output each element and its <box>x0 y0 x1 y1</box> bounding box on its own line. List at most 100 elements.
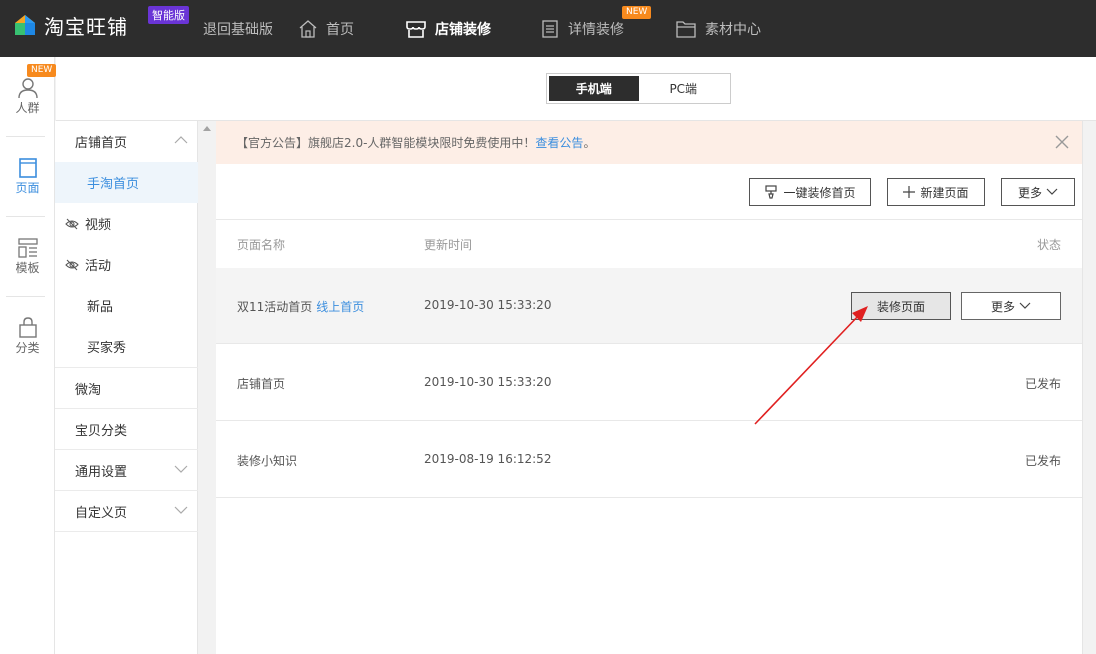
nav-home[interactable]: 首页 <box>298 0 354 57</box>
chevron-down-icon <box>1046 188 1058 195</box>
taobao-wangpu-logo[interactable]: 淘宝旺铺 <box>14 12 128 39</box>
logo-house-icon <box>14 14 36 36</box>
folder-icon <box>676 20 696 38</box>
home-icon <box>299 19 317 38</box>
menu-item-store-home[interactable]: 店铺首页 <box>55 121 198 162</box>
nav-back-to-basic[interactable]: 退回基础版 <box>203 0 273 57</box>
menu-item-general-settings[interactable]: 通用设置 <box>55 450 198 491</box>
page-name-cell: 双11活动首页 线上首页 <box>237 298 364 315</box>
rail-label: 页面 <box>15 180 40 195</box>
update-time: 2019-10-30 15:33:20 <box>424 375 552 389</box>
bag-icon <box>18 316 37 338</box>
chevron-down-icon <box>174 465 188 473</box>
menu-item-activity[interactable]: 活动 <box>55 244 198 285</box>
logo-text: 淘宝旺铺 <box>44 14 128 39</box>
user-icon <box>17 77 38 98</box>
left-rail: 人群 NEW 页面 模板 分类 <box>0 57 57 654</box>
table-row[interactable]: 装修小知识 2019-08-19 16:12:52 已发布 <box>216 422 1082 498</box>
menu-label: 店铺首页 <box>75 136 128 151</box>
mobile-tab[interactable]: 手机端 <box>549 76 639 101</box>
rail-label: 分类 <box>15 340 40 355</box>
row-more-button[interactable]: 更多 <box>961 292 1061 320</box>
eye-hidden-icon <box>65 218 79 229</box>
edition-badge: 智能版 <box>148 6 189 24</box>
table-row[interactable]: 双11活动首页 线上首页 2019-10-30 15:33:20 装修页面 更多 <box>216 268 1082 344</box>
button-label: 一键装修首页 <box>783 185 856 200</box>
announcement-suffix: 。 <box>583 136 596 150</box>
menu-label: 手淘首页 <box>87 177 140 192</box>
menu-label: 活动 <box>85 259 112 274</box>
plus-icon <box>903 186 916 198</box>
announcement-text: 【官方公告】旗舰店2.0-人群智能模块限时免费使用中！ <box>236 136 536 150</box>
menu-label: 新品 <box>87 300 114 315</box>
new-page-button[interactable]: 新建页面 <box>887 178 985 206</box>
column-header-status: 状态 <box>1036 238 1061 252</box>
view-announcement-link[interactable]: 查看公告 <box>535 134 583 151</box>
rail-item-page[interactable]: 页面 <box>0 137 55 215</box>
eye-hidden-icon <box>65 259 79 270</box>
menu-label: 自定义页 <box>75 505 128 521</box>
page-icon <box>18 157 37 178</box>
close-icon[interactable] <box>1054 134 1070 150</box>
button-label: 更多 <box>1017 185 1042 200</box>
nav-label: 店铺装修 <box>435 21 491 38</box>
menu-label: 宝贝分类 <box>75 423 128 439</box>
menu-item-mobile-home[interactable]: 手淘首页 <box>55 162 198 203</box>
menu-item-weitao[interactable]: 微淘 <box>55 368 198 409</box>
table-row[interactable]: 店铺首页 2019-10-30 15:33:20 已发布 <box>216 345 1082 421</box>
button-label: 更多 <box>990 299 1015 314</box>
menu-item-new-arrivals[interactable]: 新品 <box>55 285 198 326</box>
announcement-banner: 【官方公告】旗舰店2.0-人群智能模块限时免费使用中！ 查看公告 。 <box>216 121 1082 164</box>
scroll-up-icon[interactable] <box>203 126 211 131</box>
brush-icon <box>765 185 778 199</box>
nav-detail-decoration[interactable]: 详情装修 <box>540 0 624 57</box>
status-badge: 已发布 <box>1024 454 1061 468</box>
store-icon <box>406 20 426 38</box>
menu-label: 买家秀 <box>87 341 127 356</box>
chevron-down-icon <box>1019 302 1031 309</box>
page-menu: 店铺首页 手淘首页 视频 活动 新品 买家秀 微淘 宝贝分类 通用设置 自定义页 <box>55 121 198 654</box>
toolbar-divider <box>216 219 1082 220</box>
status-badge: 已发布 <box>1024 377 1061 391</box>
chevron-up-icon <box>174 136 188 144</box>
rail-item-category[interactable]: 分类 <box>0 297 55 375</box>
page-list-panel: 【官方公告】旗舰店2.0-人群智能模块限时免费使用中！ 查看公告 。 一键装修首… <box>216 121 1082 654</box>
update-time: 2019-10-30 15:33:20 <box>424 298 552 312</box>
page-name: 双11活动首页 <box>237 300 313 314</box>
new-tag: NEW <box>622 6 652 19</box>
nav-label: 退回基础版 <box>203 21 273 38</box>
new-tag: NEW <box>27 64 57 77</box>
button-label: 新建页面 <box>920 185 969 200</box>
online-home-link[interactable]: 线上首页 <box>316 300 364 314</box>
pc-tab[interactable]: PC端 <box>639 76 729 101</box>
nav-material-center[interactable]: 素材中心 <box>675 0 761 57</box>
page-name: 装修小知识 <box>237 454 298 468</box>
device-header: 手机端 PC端 <box>56 57 1096 121</box>
menu-scrollbar[interactable] <box>199 121 215 654</box>
one-click-decorate-button[interactable]: 一键装修首页 <box>749 178 871 206</box>
more-menu-button[interactable]: 更多 <box>1001 178 1075 206</box>
nav-store-decoration[interactable]: 店铺装修 <box>405 0 491 57</box>
decorate-page-button[interactable]: 装修页面 <box>851 292 951 320</box>
menu-item-buyer-show[interactable]: 买家秀 <box>55 326 198 368</box>
nav-label: 素材中心 <box>705 21 761 38</box>
menu-label: 微淘 <box>75 382 102 398</box>
nav-label: 首页 <box>326 21 354 38</box>
page-name: 店铺首页 <box>237 377 286 391</box>
rail-label: 人群 <box>15 100 40 115</box>
template-icon <box>17 237 38 258</box>
menu-item-video[interactable]: 视频 <box>55 203 198 244</box>
rail-label: 模板 <box>15 260 40 275</box>
chevron-down-icon <box>174 506 188 514</box>
top-nav-bar: 淘宝旺铺 智能版 退回基础版 首页 店铺装修 详情装修 NEW 素材中心 <box>0 0 1096 57</box>
nav-label: 详情装修 <box>568 21 624 38</box>
menu-label: 通用设置 <box>75 464 128 480</box>
main-scrollbar[interactable] <box>1082 121 1096 654</box>
device-switch: 手机端 PC端 <box>546 73 731 104</box>
menu-item-item-category[interactable]: 宝贝分类 <box>55 409 198 450</box>
rail-item-template[interactable]: 模板 <box>0 217 55 295</box>
column-header-name: 页面名称 <box>237 238 286 252</box>
column-header-time: 更新时间 <box>424 238 473 252</box>
menu-label: 视频 <box>85 218 112 233</box>
menu-item-custom-page[interactable]: 自定义页 <box>55 491 198 532</box>
